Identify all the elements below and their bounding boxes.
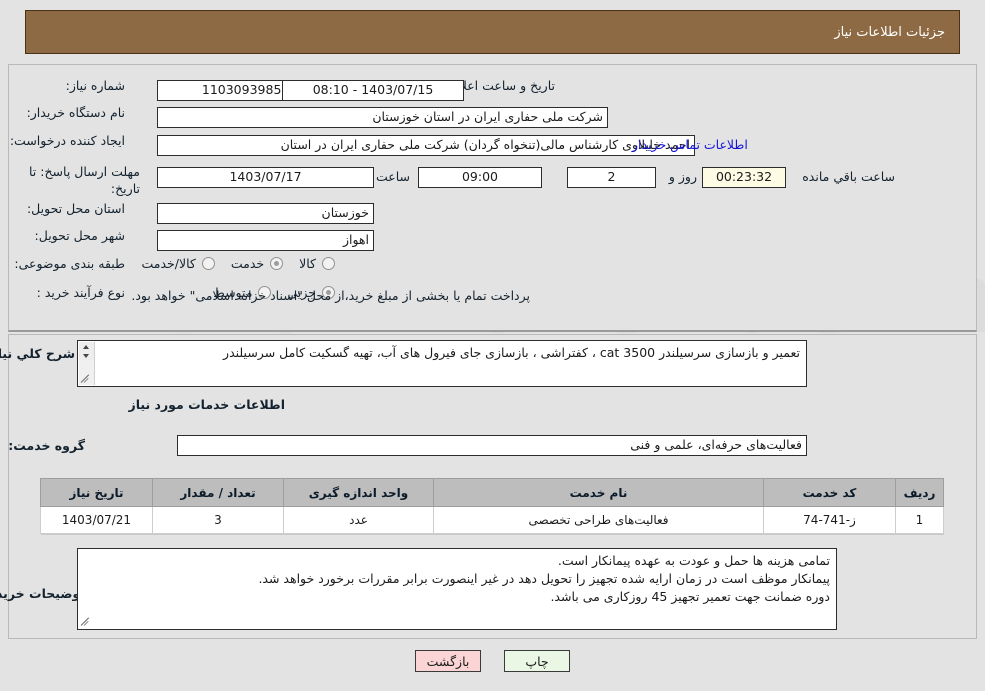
countdown-suffix-label: ساعت باقي مانده <box>802 169 895 184</box>
province-value: خوزستان <box>157 203 374 224</box>
category-label-2: کالا/خدمت <box>141 256 196 271</box>
public-announce-value: 1403/07/15 - 08:10 <box>282 80 464 101</box>
deadline-date: 1403/07/17 <box>157 167 374 188</box>
table-header-cell-2: نام خدمت <box>433 478 764 507</box>
requester-label: ایجاد کننده درخواست: <box>9 133 125 148</box>
row-deadline: مهلت ارسال پاسخ: تا تاریخ: <box>20 164 140 198</box>
row-purchase-type: نوع فرآیند خرید : <box>37 285 125 301</box>
deadline-time-label: ساعت <box>375 169 410 184</box>
table-header-row: ردیف کد خدمت نام خدمت واحد اندازه گیری تعداد… <box>40 478 944 507</box>
service-group-label: گروه خدمت: <box>8 438 85 453</box>
need-desc-text: تعمیر و بازسازی سرسیلندر cat 3500 ، کفتر… <box>223 345 800 360</box>
action-button-row: چاپ بازگشت <box>0 650 985 672</box>
table-header-cell-0: ردیف <box>895 478 944 507</box>
need-desc-textarea[interactable]: تعمیر و بازسازی سرسیلندر cat 3500 ، کفتر… <box>77 340 807 387</box>
deadline-time-value: 09:00 <box>418 167 542 188</box>
row-category: طبقه بندی موضوعی: <box>14 256 125 272</box>
days-remaining-value: 2 <box>567 167 656 188</box>
buyer-note-line-1: پیمانکار موظف است در زمان ارایه شده تجهی… <box>258 571 830 587</box>
table-cell-5: 1403/07/21 <box>40 506 153 534</box>
table-header-cell-4: تعداد / مقدار <box>152 478 284 507</box>
window-title-bar: جزئیات اطلاعات نیاز <box>25 10 960 54</box>
table-header-cell-1: کد خدمت <box>763 478 896 507</box>
print-button[interactable]: چاپ <box>504 650 570 672</box>
deadline-label: مهلت ارسال پاسخ: تا تاریخ: <box>29 164 140 196</box>
requester-value: احمد خلیلاوی کارشناس مالی(تنخواه گردان) … <box>157 135 695 156</box>
scroll-up-icon[interactable] <box>79 342 94 351</box>
page-title: جزئیات اطلاعات نیاز <box>834 24 945 40</box>
buyer-notes-text: تمامی هزینه ها حمل و عودت به عهده پیمانک… <box>96 552 830 606</box>
buyer-org-value: شرکت ملی حفاری ایران در استان خوزستان <box>157 107 608 128</box>
category-radio-0[interactable] <box>322 257 335 270</box>
need-number-label: شماره نیاز: <box>65 78 125 93</box>
resize-grip-icon[interactable] <box>80 373 92 385</box>
buyer-notes-textarea[interactable]: تمامی هزینه ها حمل و عودت به عهده پیمانک… <box>77 548 837 630</box>
buyer-org-label: نام دستگاه خریدار: <box>26 105 125 120</box>
row-province: استان محل تحویل: <box>27 201 125 217</box>
category-radio-group[interactable]: کالا خدمت کالا/خدمت <box>131 256 335 271</box>
buyer-note-line-0: تمامی هزینه ها حمل و عودت به عهده پیمانک… <box>557 553 830 568</box>
table-cell-3: عدد <box>283 506 434 534</box>
treasury-note: پرداخت تمام یا بخشی از مبلغ خرید،از محل … <box>131 288 530 303</box>
category-radio-1[interactable] <box>270 257 284 270</box>
city-label: شهر محل تحویل: <box>34 228 125 243</box>
table-body: 1 ز-741-74 فعالیت‌های طراحی تخصصی عدد 3 1403/… <box>40 506 944 534</box>
notes-resize-grip-icon[interactable] <box>80 616 92 628</box>
scroll-down-icon[interactable] <box>79 351 94 360</box>
services-table-wrapper: ردیف کد خدمت نام خدمت واحد اندازه گیری تعداد… <box>40 478 944 534</box>
buyer-notes-label: توضیحات خریدار: <box>0 586 85 601</box>
row-requester: ایجاد کننده درخواست: <box>10 133 125 149</box>
city-value: اهواز <box>157 230 374 251</box>
buyer-note-line-2: دوره ضمانت جهت تعمیر تجهیز 45 روزکاری می… <box>550 589 830 605</box>
need-desc-label: شرح كلي نياز: <box>0 346 75 361</box>
back-button[interactable]: بازگشت <box>415 650 481 672</box>
table-cell-2: فعالیت‌های طراحی تخصصی <box>433 506 764 534</box>
buyer-contact-link[interactable]: اطلاعات تماس خریدار <box>632 137 748 152</box>
services-table: ردیف کد خدمت نام خدمت واحد اندازه گیری تعداد… <box>40 478 944 534</box>
countdown-timer: 00:23:32 <box>702 167 786 188</box>
table-cell-4: 3 <box>152 506 284 534</box>
category-label-0: کالا <box>299 256 316 271</box>
row-city: شهر محل تحویل: <box>35 228 125 244</box>
table-header-cell-5: تاریخ نیاز <box>40 478 153 507</box>
table-cell-1: ز-741-74 <box>763 506 896 534</box>
province-label: استان محل تحویل: <box>26 201 125 216</box>
category-radio-2[interactable] <box>201 257 215 270</box>
services-section-heading: اطلاعات خدمات مورد نیاز <box>128 397 286 412</box>
service-group-value: فعالیت‌های حرفه‌ای، علمی و فنی <box>177 435 807 456</box>
category-label: طبقه بندی موضوعی: <box>14 256 125 271</box>
table-cell-0: 1 <box>895 506 944 534</box>
row-need-number: شماره نیاز: <box>66 78 125 94</box>
purchase-type-label: نوع فرآیند خرید : <box>36 285 125 300</box>
table-header-cell-3: واحد اندازه گیری <box>283 478 434 507</box>
row-buyer-org: نام دستگاه خریدار: <box>27 105 125 121</box>
table-row: 1 ز-741-74 فعالیت‌های طراحی تخصصی عدد 3 1403/… <box>40 506 944 534</box>
page-root: AriaTender.net جزئیات اطلاعات نیاز شماره… <box>0 0 985 691</box>
days-word-label: روز و <box>668 169 697 184</box>
category-label-1: خدمت <box>230 256 265 271</box>
